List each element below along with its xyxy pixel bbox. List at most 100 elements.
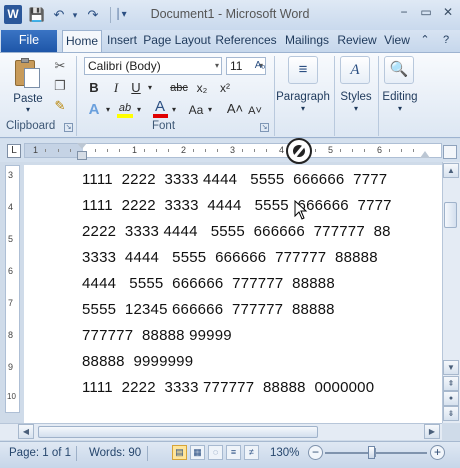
word-logo-icon[interactable]: W — [4, 5, 22, 24]
highlight-dropdown-icon[interactable]: ▾ — [135, 100, 143, 120]
view-ruler-icon[interactable] — [443, 145, 457, 159]
binoculars-icon[interactable]: 🔍 — [384, 56, 414, 84]
change-case-dropdown-icon[interactable]: ▾ — [206, 100, 214, 120]
font-group-label: Font — [152, 120, 176, 132]
italic-button[interactable]: I — [108, 78, 124, 98]
horizontal-scroll-thumb[interactable] — [38, 426, 318, 438]
clear-formatting-icon[interactable]: Aₒ — [252, 56, 268, 76]
document-line[interactable]: 1111 2222 3333 777777 88888 0000000 — [82, 379, 374, 396]
word-count[interactable]: Words: 90 — [89, 447, 141, 459]
document-line[interactable]: 3333 4444 5555 666666 777777 88888 — [82, 249, 378, 266]
draft-view-icon[interactable]: ≠ — [244, 445, 259, 460]
minimize-button[interactable]: − — [394, 4, 414, 22]
zoom-slider-thumb[interactable] — [368, 446, 375, 459]
font-color-swatch — [153, 114, 168, 118]
grow-font-icon[interactable]: A˄ — [226, 99, 244, 119]
strikethrough-button[interactable]: abc — [168, 78, 190, 98]
select-browse-object-button[interactable]: ● — [443, 391, 459, 406]
undo-dropdown-icon[interactable]: ▾ — [66, 6, 84, 24]
previous-page-button[interactable]: ⇞ — [443, 376, 459, 391]
document-page[interactable]: 1111 2222 3333 4444 5555 666666 7777 111… — [24, 165, 442, 423]
format-painter-icon[interactable]: ✎ — [52, 96, 68, 116]
right-indent-marker[interactable] — [420, 151, 430, 158]
tab-review[interactable]: Review — [336, 30, 378, 52]
close-button[interactable]: ✕ — [438, 4, 458, 22]
font-color-dropdown-icon[interactable]: ▾ — [170, 100, 178, 120]
zoom-slider-center-tick — [375, 448, 376, 457]
paragraph-icon[interactable]: ≡ — [288, 56, 318, 84]
redo-icon[interactable]: ↷ — [84, 6, 102, 24]
help-icon[interactable]: ? — [438, 30, 454, 52]
tab-home[interactable]: Home — [62, 30, 102, 52]
paragraph-button-label[interactable]: Paragraph — [274, 91, 332, 103]
vertical-scroll-thumb[interactable] — [444, 202, 457, 228]
change-case-icon[interactable]: Aa — [186, 100, 206, 120]
tab-selector[interactable]: L — [7, 144, 21, 158]
font-launcher-icon[interactable]: ↘ — [260, 123, 269, 132]
shrink-font-icon[interactable]: A˅ — [246, 101, 264, 121]
collapse-ribbon-icon[interactable]: ⌃ — [418, 30, 432, 52]
zoom-out-button[interactable]: − — [308, 445, 323, 460]
cut-icon[interactable]: ✂ — [52, 56, 68, 76]
next-page-button[interactable]: ⇟ — [443, 406, 459, 421]
document-line[interactable]: 4444 5555 666666 777777 88888 — [82, 275, 335, 292]
save-icon[interactable]: 💾 — [28, 6, 46, 24]
ruler-number: 5 — [8, 234, 14, 244]
underline-button[interactable]: U — [128, 78, 144, 98]
paragraph-dropdown-icon[interactable]: ▾ — [274, 104, 332, 113]
subscript-button[interactable]: x₂ — [193, 78, 211, 98]
outline-view-icon[interactable]: ≡ — [226, 445, 241, 460]
scroll-left-button[interactable]: ◀ — [18, 424, 34, 439]
document-line[interactable]: 2222 3333 4444 5555 666666 777777 88 — [82, 223, 391, 240]
styles-dropdown-icon[interactable]: ▾ — [334, 104, 378, 113]
paste-dropdown-icon[interactable]: ▾ — [8, 105, 48, 114]
document-line[interactable]: 1111 2222 3333 4444 5555 666666 7777 — [82, 197, 392, 214]
editing-dropdown-icon[interactable]: ▾ — [378, 104, 422, 113]
font-size-value: 11 — [230, 59, 243, 73]
tab-view[interactable]: View — [381, 30, 413, 52]
document-line[interactable]: 777777 88888 99999 — [82, 327, 232, 344]
font-name-dropdown-icon[interactable]: ▾ — [215, 58, 219, 74]
bold-button[interactable]: B — [86, 78, 102, 98]
text-effects-icon[interactable]: A — [86, 100, 102, 120]
font-name-combo[interactable]: Calibri (Body) ▾ — [84, 57, 222, 75]
tab-references[interactable]: References — [214, 30, 278, 52]
text-effects-dropdown-icon[interactable]: ▾ — [104, 100, 112, 120]
zoom-in-button[interactable]: + — [430, 445, 445, 460]
maximize-button[interactable]: ▭ — [416, 4, 436, 22]
tab-page-layout[interactable]: Page Layout — [142, 30, 212, 52]
first-line-indent-marker[interactable] — [77, 143, 87, 149]
page-count[interactable]: Page: 1 of 1 — [9, 447, 71, 459]
styles-icon[interactable]: A — [340, 56, 370, 84]
left-indent-marker[interactable] — [77, 151, 87, 160]
full-screen-reading-view-icon[interactable]: ▦ — [190, 445, 205, 460]
scroll-down-button[interactable]: ▼ — [443, 360, 459, 375]
copy-icon[interactable]: ❐ — [52, 76, 68, 96]
paste-icon[interactable] — [12, 58, 44, 94]
print-layout-view-icon[interactable]: ▤ — [172, 445, 187, 460]
zoom-slider[interactable] — [325, 452, 427, 454]
tab-file[interactable]: File — [1, 30, 57, 52]
document-line[interactable]: 5555 12345 666666 777777 88888 — [82, 301, 335, 318]
clipboard-group-label: Clipboard — [6, 120, 56, 132]
qat-separator — [110, 7, 111, 23]
document-line[interactable]: 1111 2222 3333 4444 5555 666666 7777 — [82, 171, 387, 188]
ruler-number: 7 — [8, 298, 14, 308]
scroll-up-button[interactable]: ▲ — [443, 163, 459, 178]
document-line[interactable]: 88888 9999999 — [82, 353, 193, 370]
clipboard-launcher-icon[interactable]: ↘ — [64, 123, 73, 132]
scroll-right-button[interactable]: ▶ — [424, 424, 440, 439]
tab-insert[interactable]: Insert — [104, 30, 140, 52]
ruler-number: 2 — [181, 145, 187, 155]
editing-button-label[interactable]: Editing — [378, 91, 422, 103]
ruler-number: 3 — [230, 145, 236, 155]
vertical-ruler[interactable]: 3 4 5 6 7 8 9 10 — [5, 165, 20, 413]
superscript-button[interactable]: x² — [216, 78, 234, 98]
customize-qat-icon[interactable]: │▾ — [112, 6, 130, 24]
web-layout-view-icon[interactable]: ◌ — [208, 445, 223, 460]
tab-mailings[interactable]: Mailings — [280, 30, 334, 52]
zoom-level[interactable]: 130% — [270, 447, 299, 459]
paste-button-label[interactable]: Paste — [8, 93, 48, 105]
underline-dropdown-icon[interactable]: ▾ — [145, 78, 155, 98]
styles-button-label[interactable]: Styles — [334, 91, 378, 103]
